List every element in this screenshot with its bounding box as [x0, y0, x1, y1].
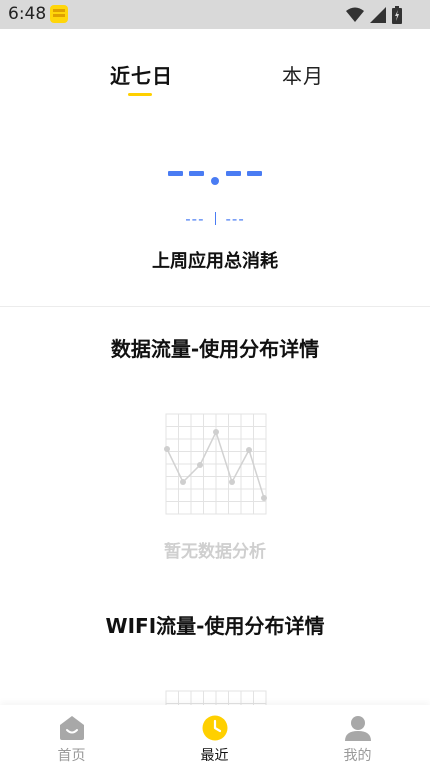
tab-this-month[interactable]: 本月: [282, 60, 324, 89]
nav-item-home[interactable]: 首页: [0, 705, 143, 767]
nav-label-recent: 最近: [200, 748, 229, 764]
status-icons: [346, 5, 402, 24]
total-usage-value: [0, 168, 430, 185]
usage-sub-values: --- ---: [0, 210, 430, 228]
signal-icon: [370, 6, 386, 23]
nav-item-mine[interactable]: 我的: [286, 705, 429, 767]
value-placeholder-dash: [189, 171, 204, 176]
divider: [0, 306, 430, 307]
total-consumption-label: 上周应用总消耗: [152, 251, 278, 272]
status-bar: 6:48: [0, 0, 430, 29]
person-icon: [345, 716, 371, 741]
empty-chart-icon: [164, 413, 267, 515]
status-time: 6:48: [8, 4, 47, 24]
clock-icon: [202, 715, 228, 741]
wifi-icon: [346, 7, 364, 22]
active-tab-indicator: [128, 93, 152, 96]
home-icon: [60, 716, 84, 740]
bottom-navigation: 首页 最近 我的: [0, 705, 430, 767]
value-placeholder-dash: [247, 171, 262, 176]
sub-value-right: ---: [225, 210, 245, 228]
app-notification-icon: [50, 5, 68, 23]
nav-label-home: 首页: [57, 748, 86, 764]
period-tabs: 近七日 本月: [0, 60, 430, 100]
value-placeholder-dash: [226, 171, 241, 176]
sub-value-left: ---: [185, 210, 205, 228]
nav-label-mine: 我的: [343, 748, 372, 764]
tab-last-seven-days[interactable]: 近七日: [110, 60, 173, 89]
mobile-data-section-title: 数据流量-使用分布详情: [110, 337, 320, 361]
value-decimal-point: [211, 177, 219, 185]
value-placeholder-dash: [168, 171, 183, 176]
empty-data-message: 暂无数据分析: [164, 542, 266, 562]
sub-value-separator: [214, 212, 216, 225]
nav-item-recent[interactable]: 最近: [143, 705, 286, 767]
battery-icon: [392, 5, 402, 24]
wifi-section-title: WIFI流量-使用分布详情: [105, 614, 325, 638]
